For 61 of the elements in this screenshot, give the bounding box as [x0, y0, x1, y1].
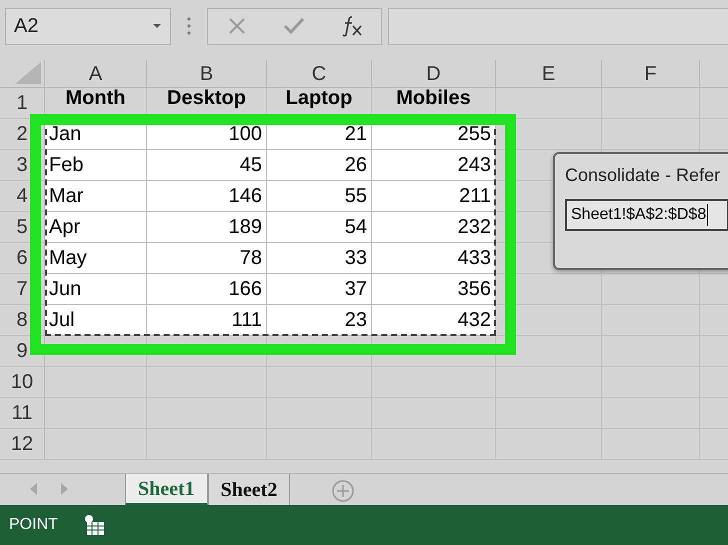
cell-text: 54	[344, 215, 367, 240]
cell-text: 255	[458, 122, 491, 147]
cell-text: Mar	[49, 184, 84, 209]
name-box[interactable]: A2	[5, 8, 171, 44]
close-icon	[226, 16, 247, 36]
row-header[interactable]: 10	[0, 367, 45, 397]
sheet-tab[interactable]: Sheet1	[125, 474, 208, 506]
function-icon	[340, 15, 364, 37]
formula-input[interactable]	[388, 8, 728, 44]
cell-text: Desktop	[167, 88, 246, 109]
cell-text: Laptop	[286, 88, 352, 109]
cell-text: 166	[228, 277, 262, 302]
cell-text: Jun	[49, 277, 82, 302]
cell-text: 23	[344, 308, 367, 333]
sheet-tab[interactable]: Sheet2	[208, 474, 290, 506]
cell-text: Jul	[49, 308, 75, 333]
column-header[interactable]: D	[372, 60, 496, 87]
checkmark-icon	[283, 17, 306, 35]
row-header[interactable]: 9	[0, 336, 45, 366]
cell-text: Mobiles	[396, 88, 471, 109]
cell-text: 433	[458, 246, 491, 271]
status-mode: POINT	[9, 515, 58, 535]
column-header[interactable]: F	[602, 60, 700, 87]
reference-value: Sheet1!$A$2:$D$8	[571, 205, 706, 225]
column-header[interactable]: B	[147, 60, 267, 87]
row-header[interactable]: 1	[0, 88, 45, 118]
dialog-title: Consolidate - Refer	[565, 164, 722, 187]
sheet-grid-icon[interactable]	[82, 514, 105, 536]
cell-text: 432	[458, 308, 491, 333]
row-header[interactable]: 11	[0, 398, 45, 428]
column-header[interactable]: E	[496, 60, 602, 87]
cell-text: 189	[228, 215, 262, 240]
cell-text: 26	[344, 153, 367, 178]
cell-text: 33	[344, 246, 367, 271]
cell-text: 211	[459, 184, 491, 209]
cell-text: 232	[458, 215, 491, 240]
cell-text: 78	[240, 246, 262, 271]
cell-text: 45	[240, 153, 262, 178]
scroll-left-icon[interactable]	[30, 483, 38, 495]
cell-text: 55	[344, 184, 367, 209]
reference-field[interactable]: Sheet1!$A$2:$D$8	[565, 199, 728, 231]
column-header[interactable]: A	[45, 60, 147, 87]
name-box-value: A2	[14, 14, 38, 39]
cell-text: 100	[228, 122, 262, 147]
column-header[interactable]: C	[267, 60, 372, 87]
caret-icon	[152, 23, 162, 29]
scroll-right-icon[interactable]	[60, 483, 68, 495]
cell-text: 37	[344, 277, 367, 302]
cell-text: Jan	[49, 122, 82, 147]
drag-handle-icon[interactable]	[187, 17, 191, 35]
cell-text: May	[49, 246, 87, 271]
cell-text: Feb	[49, 153, 84, 178]
cell-text: Apr	[49, 215, 80, 240]
cell-text: 243	[458, 153, 491, 178]
cell-text: Month	[66, 88, 126, 109]
row-header[interactable]: 12	[0, 429, 45, 459]
cell-text: 146	[228, 184, 262, 209]
add-sheet-icon[interactable]	[332, 480, 354, 502]
cell-text: 21	[344, 122, 367, 147]
cell-text: 356	[458, 277, 491, 302]
cell-text: 111	[232, 308, 262, 333]
